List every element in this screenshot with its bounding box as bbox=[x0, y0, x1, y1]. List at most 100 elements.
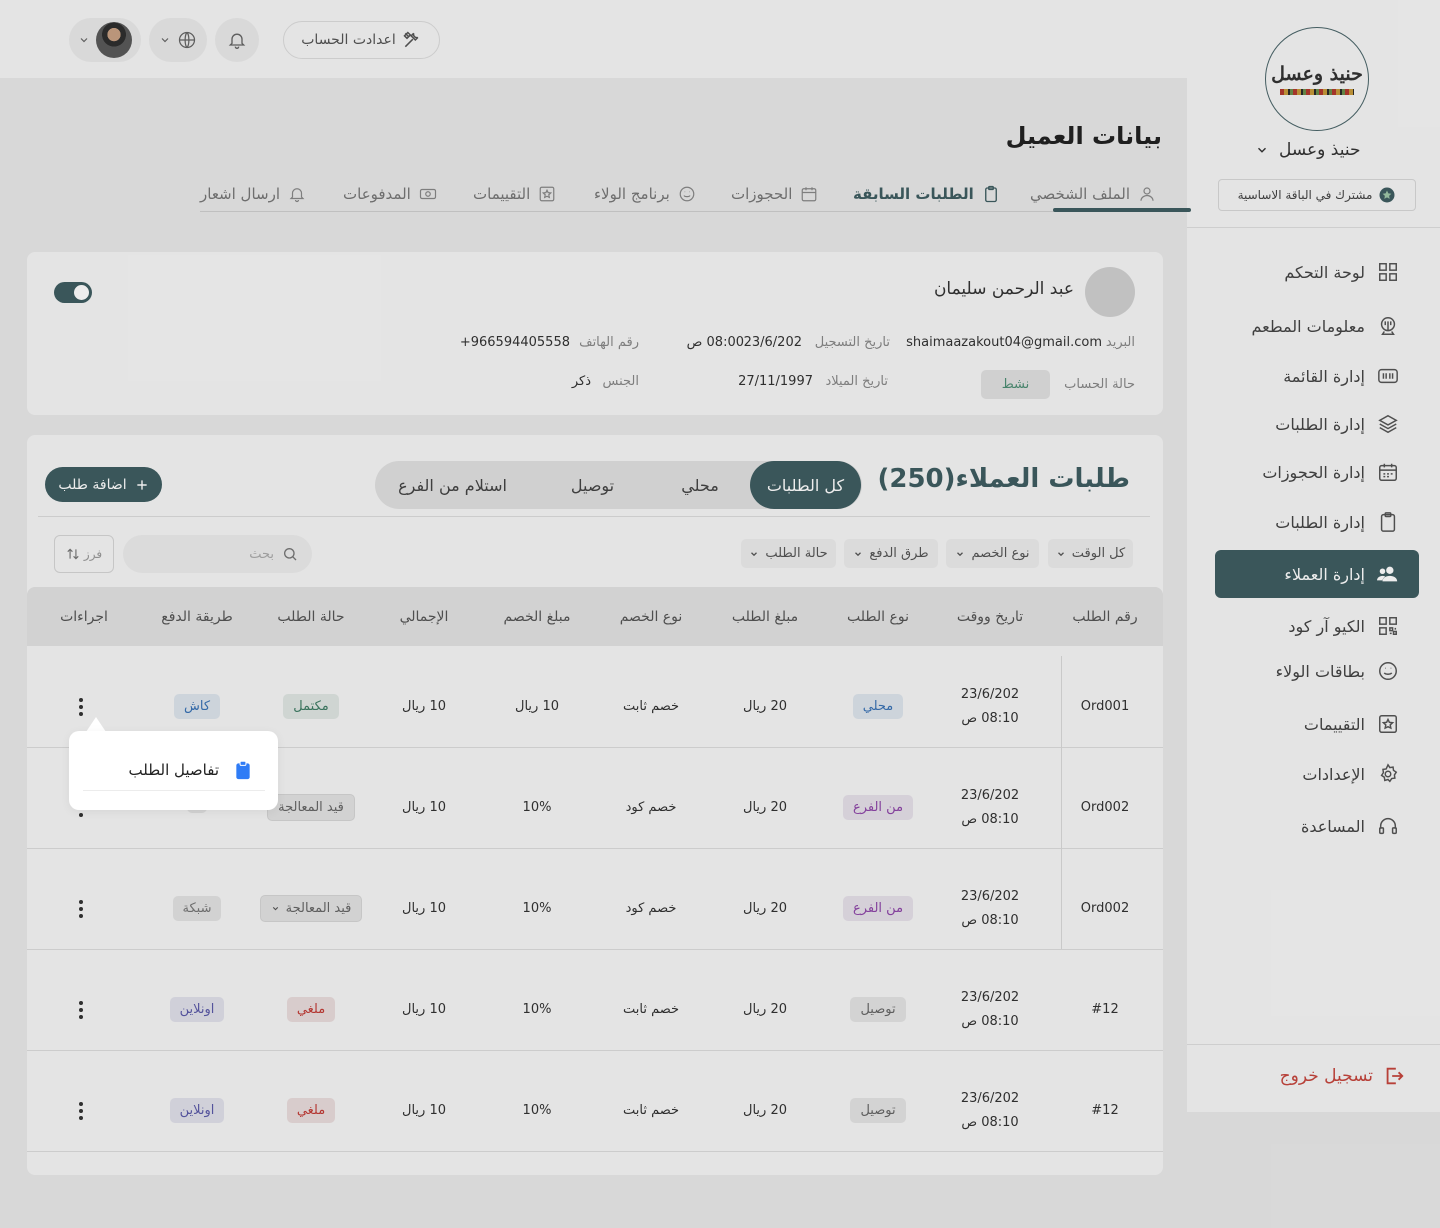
filter-label: طرق الدفع bbox=[869, 546, 929, 561]
chevron-down-icon bbox=[957, 551, 964, 556]
clipboard-icon bbox=[984, 185, 997, 202]
brand-selector[interactable]: حنيذ وعسل bbox=[1255, 140, 1375, 160]
plan-label: مشترك في الباقة الاساسية bbox=[1237, 188, 1373, 202]
gender-value: ذكر bbox=[571, 374, 591, 389]
tab-send-notification[interactable]: ارسال اشعار bbox=[200, 176, 306, 211]
tab-previous-orders[interactable]: الطلبات السابقة bbox=[853, 176, 1000, 211]
sort-button[interactable]: فرز bbox=[54, 535, 114, 573]
order-status-cell: ملغي bbox=[258, 1060, 364, 1161]
tab-ratings[interactable]: التقييمات bbox=[473, 176, 556, 211]
tools-icon bbox=[403, 31, 419, 48]
order-details-label: تفاصيل الطلب bbox=[128, 760, 219, 779]
table-row[interactable]: #12 23/6/202 08:10 ص توصيل 20 ريال خصم ثا… bbox=[27, 1060, 1163, 1161]
order-type-badge: توصيل bbox=[850, 997, 906, 1022]
sidebar-item-help[interactable]: المساعدة bbox=[1215, 802, 1419, 850]
discount-type: خصم كود bbox=[625, 800, 677, 815]
filter-time[interactable]: كل الوقت bbox=[1048, 539, 1133, 568]
bell-icon bbox=[228, 33, 246, 49]
order-details-menu-item[interactable]: تفاصيل الطلب bbox=[83, 749, 265, 791]
order-total: 10 ريال bbox=[402, 901, 446, 916]
payment-method-badge: شبكة bbox=[172, 896, 222, 921]
sidebar-item-qr-code[interactable]: الكيو آر كود bbox=[1215, 602, 1419, 650]
order-datetime: 23/6/202 08:10 ص bbox=[937, 1060, 1043, 1161]
sidebar-item-label: إدارة الطلبات bbox=[1275, 414, 1365, 434]
payment-method-cell: شبكة bbox=[144, 858, 250, 959]
segment-local[interactable]: محلي bbox=[650, 461, 750, 509]
order-date: 23/6/202 bbox=[960, 888, 1020, 904]
segment-all-orders[interactable]: كل الطلبات bbox=[750, 461, 861, 509]
chevron-down-icon bbox=[161, 38, 169, 43]
discount-amount: 10% bbox=[522, 800, 552, 815]
sidebar-item-label: التقييمات bbox=[1303, 714, 1365, 734]
column-order-status: حالة الطلب bbox=[277, 608, 345, 625]
discount-type: خصم ثابت bbox=[622, 699, 680, 714]
sort-icon bbox=[67, 548, 79, 560]
tab-label: الملف الشخصي bbox=[1030, 184, 1130, 203]
segment-delivery[interactable]: توصيل bbox=[535, 461, 650, 509]
search-input[interactable]: بحث bbox=[123, 535, 312, 573]
sidebar-item-customers[interactable]: إدارة العملاء bbox=[1215, 550, 1419, 598]
verified-badge-icon bbox=[1379, 187, 1395, 203]
sidebar-item-restaurant-info[interactable]: معلومات المطعم bbox=[1215, 302, 1419, 350]
filter-payment-methods[interactable]: طرق الدفع bbox=[844, 539, 938, 568]
user-menu-button[interactable] bbox=[69, 18, 141, 62]
sidebar-item-orders[interactable]: إدارة الطلبات bbox=[1215, 498, 1419, 546]
order-id: Ord002 bbox=[1080, 800, 1130, 815]
order-time: 08:10 ص bbox=[961, 912, 1019, 928]
discount-type: خصم كود bbox=[625, 901, 677, 916]
account-settings-button[interactable]: اعدادت الحساب bbox=[283, 21, 440, 59]
sidebar-item-reservations[interactable]: إدارة الحجوزات bbox=[1215, 448, 1419, 496]
sidebar-item-orders-management[interactable]: إدارة الطلبات bbox=[1215, 400, 1419, 448]
sidebar-item-ratings[interactable]: التقييمات bbox=[1215, 700, 1419, 748]
account-status-label: حالة الحساب bbox=[1064, 377, 1135, 392]
add-order-label: اضافة طلب bbox=[58, 476, 127, 493]
sidebar-item-dashboard[interactable]: لوحة التحكم bbox=[1215, 248, 1419, 296]
account-toggle[interactable] bbox=[54, 282, 92, 303]
phone-label: رقم الهاتف bbox=[579, 335, 639, 350]
column-discount-type: نوع الخصم bbox=[619, 608, 683, 625]
avatar bbox=[96, 22, 132, 58]
order-date: 23/6/202 bbox=[960, 1090, 1020, 1106]
discount-amount: 10% bbox=[522, 1002, 552, 1017]
column-actions: اجراءات bbox=[60, 608, 108, 625]
filter-order-status[interactable]: حالة الطلب bbox=[741, 539, 836, 568]
sidebar-item-label: إدارة الحجوزات bbox=[1262, 462, 1365, 482]
table-row[interactable]: Ord002 23/6/202 08:10 ص من الفرع 20 ريال … bbox=[27, 858, 1163, 959]
order-status-dropdown[interactable]: قيد المعالجة bbox=[258, 858, 364, 959]
filter-discount-type[interactable]: نوع الخصم bbox=[946, 539, 1039, 568]
smile-icon bbox=[1379, 662, 1397, 680]
order-time: 08:10 ص bbox=[961, 1114, 1019, 1130]
brand-name: حنيذ وعسل bbox=[1279, 140, 1361, 160]
add-order-button[interactable]: اضافة طلب bbox=[45, 467, 162, 502]
order-datetime: 23/6/202 08:10 ص bbox=[937, 656, 1043, 757]
segment-branch-pickup[interactable]: استلام من الفرع bbox=[375, 461, 530, 509]
language-button[interactable] bbox=[149, 18, 207, 62]
tab-loyalty-program[interactable]: برنامج الولاء bbox=[594, 176, 696, 211]
order-amount: 20 ريال bbox=[743, 699, 787, 714]
active-tab-indicator bbox=[1053, 208, 1191, 212]
order-time: 08:10 ص bbox=[961, 811, 1019, 827]
tab-profile[interactable]: الملف الشخصي bbox=[1030, 176, 1156, 211]
tab-reservations[interactable]: الحجوزات bbox=[731, 176, 818, 211]
order-type-cell: محلي bbox=[825, 656, 931, 757]
sidebar-item-menu-management[interactable]: إدارة القائمة bbox=[1215, 352, 1419, 400]
plus-icon bbox=[136, 479, 147, 490]
order-type-cell: توصيل bbox=[825, 959, 931, 1060]
tab-payments[interactable]: المدفوعات bbox=[343, 176, 437, 211]
order-amount: 20 ريال bbox=[743, 800, 787, 815]
row-actions-button[interactable] bbox=[31, 1060, 131, 1161]
notifications-button[interactable] bbox=[215, 18, 259, 62]
row-actions-button[interactable] bbox=[31, 858, 131, 959]
row-actions-button[interactable] bbox=[31, 959, 131, 1060]
customer-name: عبد الرحمن سليمان bbox=[933, 279, 1074, 299]
sidebar-item-loyalty-cards[interactable]: بطاقات الولاء bbox=[1215, 647, 1419, 695]
account-settings-label: اعدادت الحساب bbox=[301, 32, 396, 48]
table-row[interactable]: #12 23/6/202 08:10 ص توصيل 20 ريال خصم ثا… bbox=[27, 959, 1163, 1060]
email-value: shaimaazakout04@gmail.com bbox=[906, 335, 1102, 350]
email-label: البريد bbox=[1105, 335, 1135, 350]
sidebar-item-label: بطاقات الولاء bbox=[1275, 661, 1365, 681]
sidebar-item-settings[interactable]: الإعدادات bbox=[1215, 750, 1419, 798]
orders-title: طلبات العملاء(250) bbox=[877, 464, 1130, 494]
logout-button[interactable]: تسجيل خروج bbox=[1230, 1058, 1405, 1094]
order-type-cell: من الفرع bbox=[825, 757, 931, 858]
